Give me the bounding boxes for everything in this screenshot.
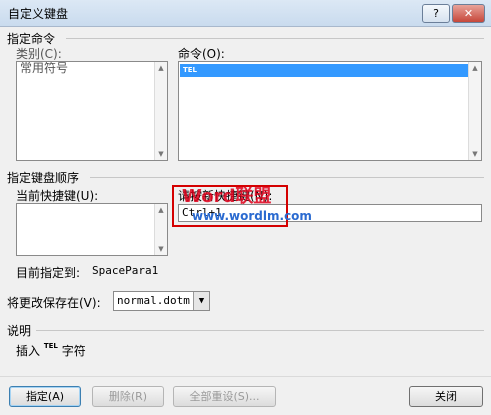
separator [36,330,484,331]
categories-scrollbar[interactable]: ▲ ▼ [154,62,167,160]
separator [90,177,484,178]
save-in-select[interactable]: normal.dotm ▼ [113,291,210,311]
scroll-up-arrow-icon[interactable]: ▲ [155,204,167,216]
key-sequence-heading: 指定键盘顺序 [7,171,80,185]
close-window-button[interactable]: ✕ [452,4,485,23]
commands-label: 命令(O): [178,47,225,61]
remove-button[interactable]: 删除(R) [92,386,164,407]
scroll-up-arrow-icon[interactable]: ▲ [469,62,481,74]
separator [66,38,484,39]
assigned-to-value: SpacePara1 [92,264,159,277]
scroll-down-arrow-icon[interactable]: ▼ [155,243,167,255]
watermark-url: www.wordlm.com [192,209,312,223]
watermark-brand-word: Word [182,186,236,207]
commands-scrollbar[interactable]: ▲ ▼ [468,62,481,160]
save-in-label: 将更改保存在(V): [7,296,101,310]
description-prefix: 插入 [16,344,41,358]
window-title: 自定义键盘 [8,7,69,21]
close-button[interactable]: 关闭 [409,386,483,407]
scroll-down-arrow-icon[interactable]: ▼ [469,148,481,160]
watermark-brand-cn: 联盟 [235,186,272,207]
current-keys-label: 当前快捷键(U): [16,189,99,203]
title-bar [0,0,491,27]
scroll-down-arrow-icon[interactable]: ▼ [155,148,167,160]
footer-divider [0,376,491,377]
categories-label: 类别(C): [16,47,62,61]
list-item-selected[interactable]: TEL [180,64,468,77]
description-text: 插入 TEL 字符 [16,342,86,359]
description-suffix: 字符 [61,344,86,358]
save-in-value: normal.dotm [117,294,190,307]
scroll-up-arrow-icon[interactable]: ▲ [155,62,167,74]
description-heading: 说明 [7,324,32,338]
categories-listbox[interactable]: 常用符号 ▲ ▼ [16,61,168,161]
help-button[interactable]: ? [422,4,450,23]
reset-all-button[interactable]: 全部重设(S)... [173,386,276,407]
commands-listbox[interactable]: TEL ▲ ▼ [178,61,482,161]
tel-symbol: TEL [43,342,58,350]
list-item[interactable]: 常用符号 [17,62,167,75]
dropdown-arrow-icon[interactable]: ▼ [193,292,209,310]
assigned-to-label: 目前指定到: [16,266,81,280]
watermark-logo: Word联盟 [182,182,271,208]
current-keys-scrollbar[interactable]: ▲ ▼ [154,204,167,255]
assign-button[interactable]: 指定(A) [9,386,81,407]
current-keys-listbox[interactable]: ▲ ▼ [16,203,168,256]
